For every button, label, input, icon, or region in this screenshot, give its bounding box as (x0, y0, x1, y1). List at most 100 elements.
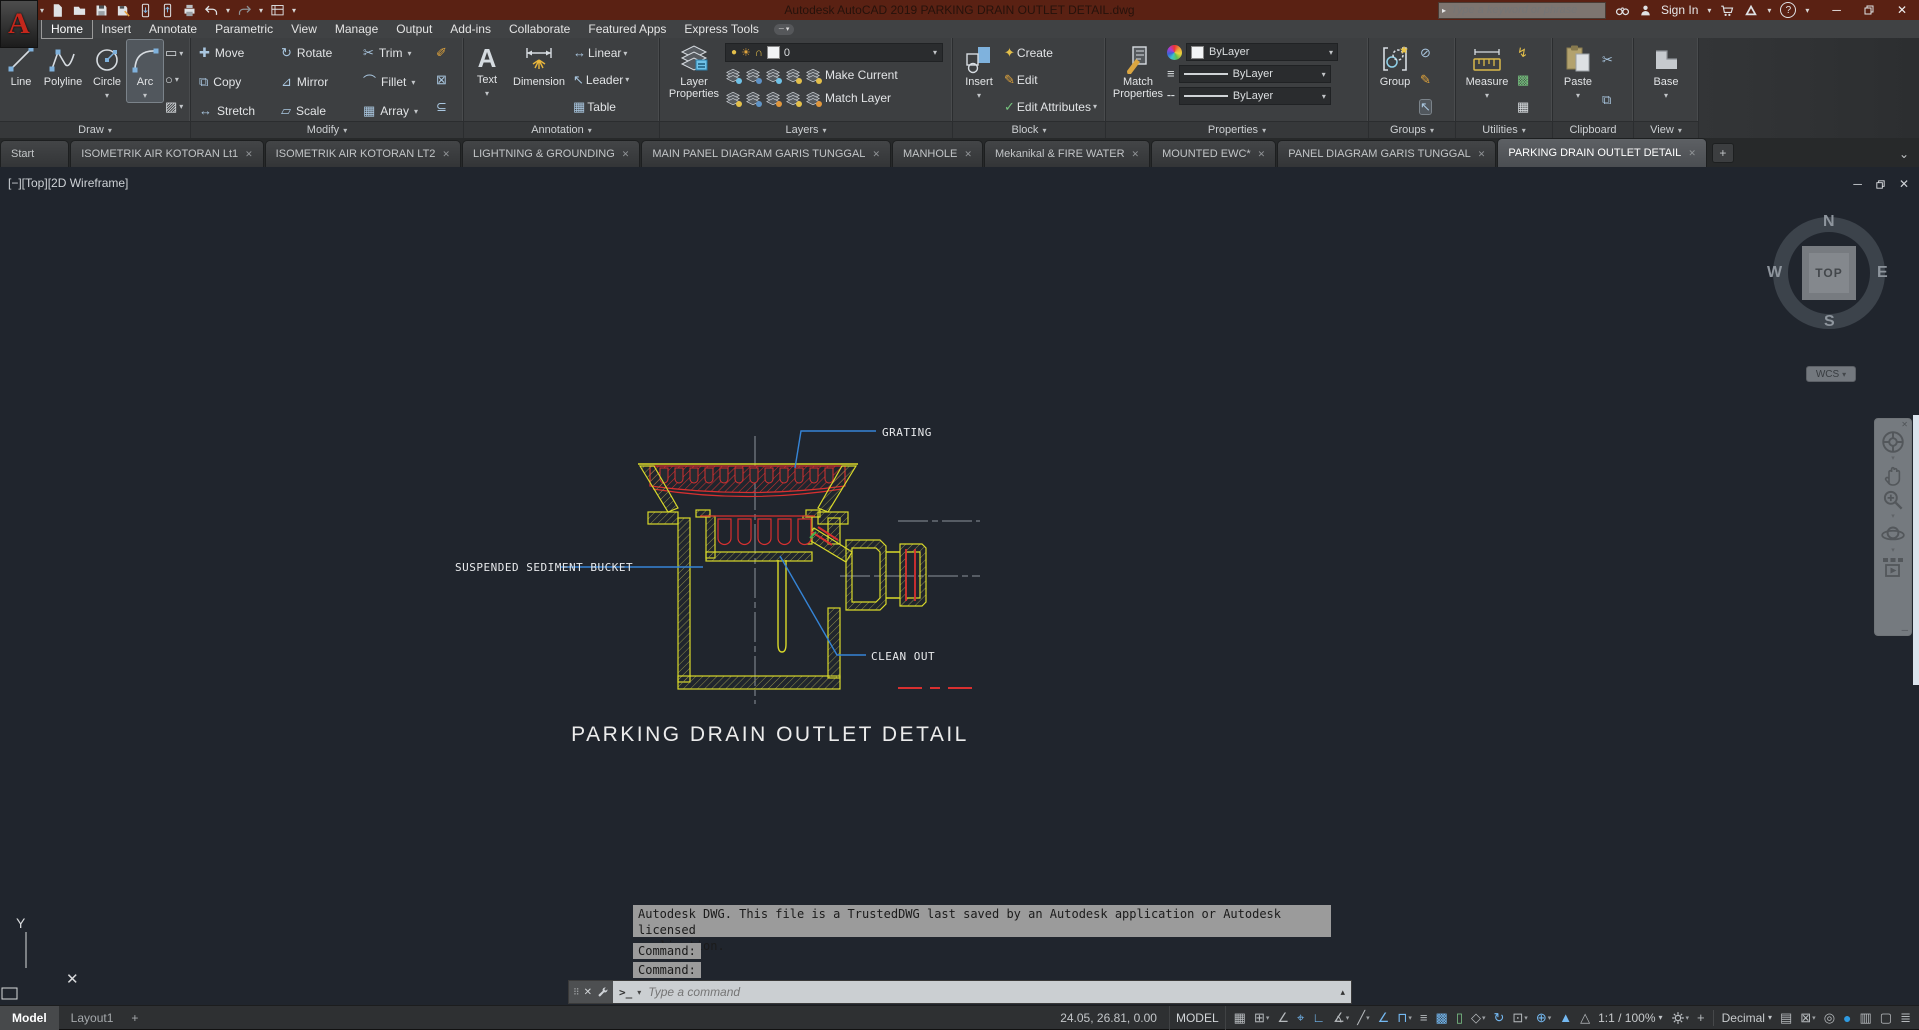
dimension-tool[interactable]: Dimension (507, 40, 571, 88)
polar-tracking-toggle[interactable]: ∡ ▾ (1333, 1010, 1349, 1026)
tab-add-ins[interactable]: Add-ins (441, 20, 500, 38)
annotation-autoscale-toggle[interactable]: △ (1580, 1010, 1590, 1026)
lineweight-toggle[interactable]: ≡ (1420, 1010, 1428, 1025)
viewcube-west[interactable]: W (1767, 264, 1782, 282)
viewcube-east[interactable]: E (1877, 264, 1888, 282)
viewport-close-icon[interactable]: ✕ (1899, 177, 1909, 191)
point-style-tool[interactable]: ▩ (1517, 72, 1529, 87)
app-store-cart-icon[interactable] (1720, 3, 1735, 18)
linear-tool[interactable]: ↔ Linear ▾ (573, 46, 627, 61)
viewport-controls[interactable]: [−][Top][2D Wireframe] (8, 176, 128, 190)
scale-tool[interactable]: ▱ Scale (276, 101, 358, 121)
trim-tool[interactable]: ✂ Trim ▾ (358, 43, 434, 63)
file-tab[interactable]: LIGHTNING & GROUNDING ✕ (461, 140, 641, 167)
app-menu-caret-icon[interactable]: ▾ (40, 6, 44, 15)
edit-block-tool[interactable]: ✎ Edit (1004, 72, 1038, 87)
ungroup-tool[interactable]: ⊘ (1420, 46, 1431, 60)
close-tab-icon[interactable]: ✕ (1688, 148, 1696, 159)
redo-caret-icon[interactable]: ▾ (259, 6, 263, 15)
restore-button[interactable] (1863, 4, 1875, 16)
object-color-dropdown[interactable]: ByLayer ▾ (1186, 43, 1338, 61)
snap-toggle[interactable]: ⊞ ▾ (1254, 1010, 1269, 1026)
plot-icon[interactable] (182, 3, 197, 18)
match-properties-tool[interactable]: Match Properties (1109, 40, 1167, 100)
viewcube-north[interactable]: N (1823, 213, 1835, 231)
layer-isolate-icon[interactable] (725, 68, 742, 84)
viewcube-south[interactable]: S (1824, 313, 1835, 331)
tab-annotate[interactable]: Annotate (140, 20, 206, 38)
measure-tool[interactable]: Measure ▾ (1459, 40, 1515, 102)
grip-dots-icon[interactable]: ⠿ (573, 987, 580, 998)
text-tool[interactable]: A Text ▾ (467, 40, 507, 100)
circle-tool[interactable]: Circle ▾ (87, 40, 127, 102)
isolate-objects-button[interactable]: ◎ (1824, 1010, 1835, 1026)
search-input[interactable] (1449, 3, 1603, 17)
group-tool[interactable]: Group (1372, 40, 1418, 88)
selection-cycling-toggle[interactable]: ▯ (1456, 1010, 1463, 1026)
new-layout-button[interactable]: + (125, 1006, 144, 1030)
layer-thaw-all-icon[interactable] (745, 91, 762, 107)
layer-freeze-icon[interactable] (745, 68, 762, 84)
file-tab-active[interactable]: PARKING DRAIN OUTLET DETAIL ✕ (1497, 138, 1707, 167)
command-bar[interactable]: ⠿ ✕ >_ ▾ ▴ (568, 980, 1352, 1004)
panel-label-properties[interactable]: Properties ▾ (1106, 121, 1368, 138)
osnap-3d-toggle[interactable]: ◇ ▾ (1471, 1010, 1486, 1026)
viewport-scrollbar[interactable] (1913, 415, 1919, 685)
tab-manage[interactable]: Manage (326, 20, 387, 38)
help-icon[interactable]: ? (1780, 2, 1797, 18)
isodraft-toggle[interactable]: ╱ ▾ (1357, 1010, 1369, 1026)
graphics-performance-toggle[interactable]: ● (1843, 1010, 1851, 1026)
tab-parametric[interactable]: Parametric (206, 20, 282, 38)
arc-tool[interactable]: Arc ▾ (126, 39, 164, 103)
units-button[interactable]: Decimal ▾ (1722, 1011, 1772, 1025)
rotate-tool[interactable]: ↻ Rotate (276, 43, 358, 63)
save-as-icon[interactable] (116, 3, 131, 18)
offset-tool[interactable]: ⊆ (436, 99, 447, 114)
close-tab-icon[interactable]: ✕ (245, 149, 253, 160)
undo-icon[interactable] (204, 3, 219, 18)
file-tab-start[interactable]: Start (0, 140, 70, 167)
paste-tool[interactable]: Paste ▾ (1556, 40, 1600, 102)
navbar-caret-icon[interactable]: ▾ (1891, 455, 1895, 463)
layer-on-bulb-icon[interactable]: ● (731, 46, 737, 60)
clean-screen-toggle[interactable]: ▢ (1880, 1010, 1892, 1026)
model-space-button[interactable]: MODEL (1168, 1005, 1226, 1030)
customize-wrench-icon[interactable] (596, 986, 609, 999)
new-drawing-button[interactable]: + (1711, 143, 1734, 163)
navbar-close-icon[interactable]: ✕ (1901, 421, 1908, 429)
viewport-minimize-icon[interactable]: ─ (1853, 177, 1862, 191)
dynamic-input-toggle[interactable]: ⌖ (1297, 1010, 1304, 1026)
command-bar-grip[interactable]: ⠿ ✕ (569, 981, 613, 1003)
help-search-box[interactable]: ▸ (1438, 1, 1607, 19)
hardware-accel-toggle[interactable]: ▥ (1860, 1010, 1872, 1026)
stretch-tool[interactable]: ↔ Stretch (194, 101, 276, 121)
annotation-scale-button[interactable]: 1:1 / 100% ▾ (1598, 1011, 1662, 1025)
quick-properties-toggle[interactable]: ▤ (1780, 1010, 1792, 1026)
tab-output[interactable]: Output (387, 20, 441, 38)
create-block-tool[interactable]: ✦ Create (1004, 46, 1053, 61)
sign-in-button[interactable]: Sign In (1661, 3, 1698, 17)
close-tab-icon[interactable]: ✕ (442, 149, 450, 160)
search-icon[interactable] (1615, 3, 1630, 18)
quick-calculator-tool[interactable]: ▦ (1517, 99, 1529, 114)
linetype-dropdown[interactable]: ByLayer ▾ (1178, 87, 1331, 105)
sheet-set-icon[interactable] (270, 3, 285, 18)
polyline-tool[interactable]: Polyline (39, 40, 87, 88)
panel-label-draw[interactable]: Draw ▾ (0, 121, 190, 138)
panel-label-utilities[interactable]: Utilities ▾ (1456, 121, 1552, 138)
layer-thaw-sun-icon[interactable]: ☀ (741, 46, 751, 60)
sign-in-caret-icon[interactable]: ▾ (1707, 6, 1711, 15)
command-input-field[interactable]: >_ ▾ ▴ (613, 981, 1351, 1003)
panel-label-modify[interactable]: Modify ▾ (191, 121, 463, 138)
minimize-button[interactable]: ─ (1832, 3, 1841, 17)
command-close-icon[interactable]: ✕ (584, 987, 592, 998)
rectangle-tool[interactable]: ▭ ▾ (165, 46, 183, 60)
array-tool[interactable]: ▦ Array ▾ (358, 101, 434, 121)
navigation-wheel-icon[interactable] (1880, 429, 1906, 455)
panel-label-layers[interactable]: Layers ▾ (660, 121, 952, 138)
close-tab-icon[interactable]: ✕ (1258, 149, 1266, 160)
object-snap-toggle[interactable]: ⊓ ▾ (1397, 1010, 1412, 1026)
open-file-icon[interactable] (72, 3, 87, 18)
viewcube-top-face[interactable]: TOP (1802, 246, 1856, 300)
infer-constraints-toggle[interactable]: ∠ (1277, 1010, 1289, 1026)
